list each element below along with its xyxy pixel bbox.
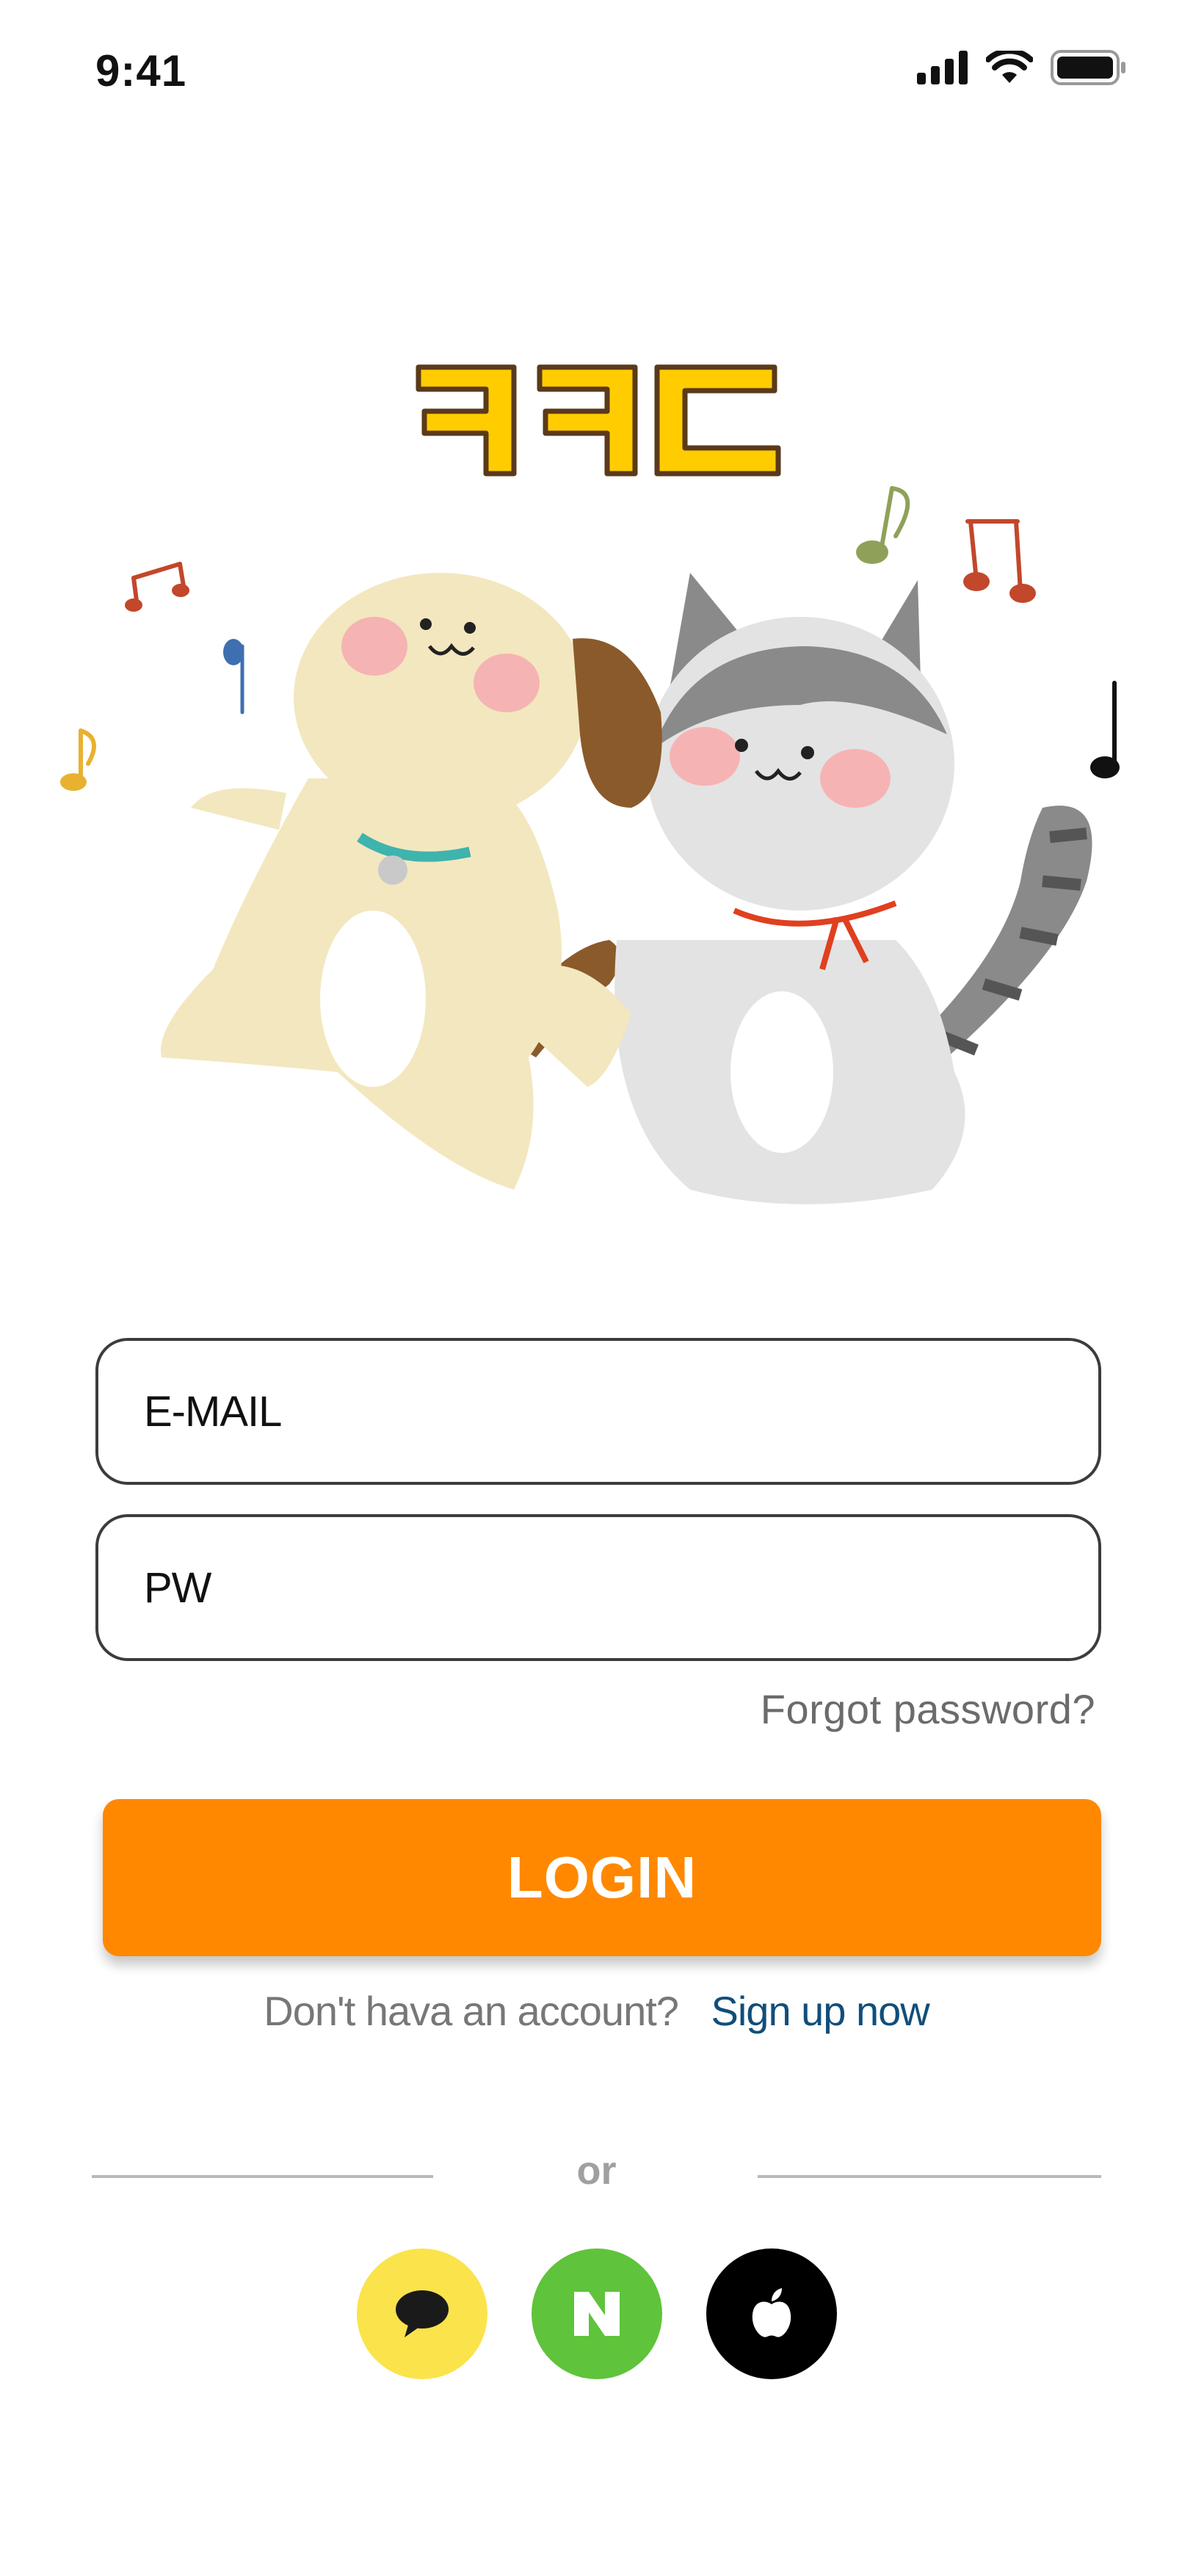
naver-login-button[interactable] [532, 2248, 662, 2379]
naver-n-icon [574, 2292, 620, 2336]
signal-icon [917, 51, 968, 84]
status-icons [917, 50, 1127, 85]
status-time: 9:41 [95, 46, 187, 95]
speech-bubble-icon [396, 2290, 449, 2337]
cat-figure [614, 573, 1092, 1204]
login-button[interactable]: LOGIN [103, 1799, 1101, 1956]
app-logo [404, 352, 793, 485]
divider-right [758, 2175, 1101, 2178]
signup-row: Don't hava an account? Sign up now [0, 1987, 1193, 2035]
dog-figure [160, 573, 662, 1190]
password-input[interactable] [142, 1562, 1098, 1613]
divider-or-label: or [576, 2149, 617, 2193]
apple-login-button[interactable] [706, 2248, 837, 2379]
apple-icon [752, 2288, 791, 2337]
signup-link[interactable]: Sign up now [711, 1988, 930, 2034]
battery-icon [1051, 50, 1125, 85]
password-field[interactable] [95, 1514, 1101, 1661]
wifi-icon [986, 51, 1033, 83]
email-input[interactable] [142, 1386, 1098, 1437]
email-field[interactable] [95, 1338, 1101, 1485]
hero-illustration [29, 470, 1164, 1234]
signup-question: Don't hava an account? [264, 1988, 679, 2034]
kakao-login-button[interactable] [357, 2248, 487, 2379]
forgot-password-link[interactable]: Forgot password? [761, 1685, 1095, 1733]
